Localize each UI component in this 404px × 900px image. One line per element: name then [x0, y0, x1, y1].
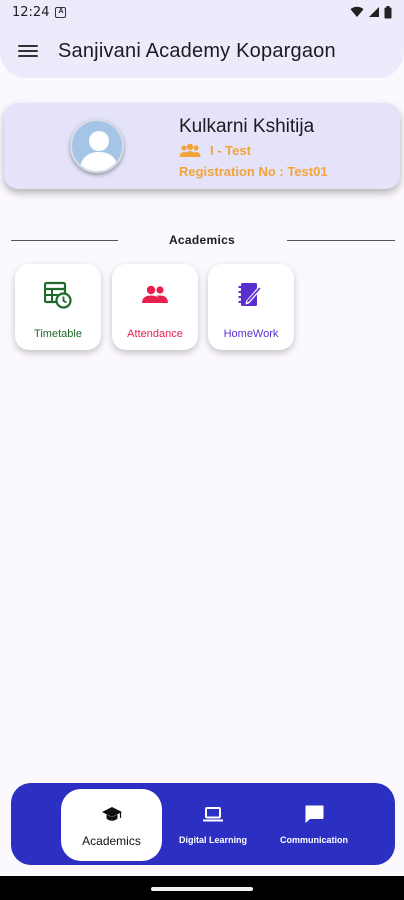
status-bar: 12:24 A [0, 0, 404, 24]
tile-label: HomeWork [223, 328, 279, 340]
status-time: 12:24 [12, 4, 50, 20]
profile-card[interactable]: Kulkarni Kshitija I - Test Registration … [4, 103, 400, 189]
nav-item-communication[interactable]: Communication [264, 789, 364, 861]
nav-item-digital-learning[interactable]: Digital Learning [163, 789, 263, 861]
chat-icon [305, 805, 324, 823]
nav-item-academics[interactable]: Academics [61, 789, 162, 861]
section-divider-right [287, 240, 395, 241]
registration-number: Registration No : Test01 [179, 164, 328, 179]
graduation-cap-icon [101, 807, 122, 821]
nav-label: Communication [279, 835, 348, 845]
app-title: Sanjivani Academy Kopargaon [58, 39, 336, 62]
tile-label: Attendance [127, 328, 183, 340]
tile-timetable[interactable]: Timetable [15, 264, 101, 350]
battery-icon [384, 5, 392, 18]
gesture-bar [0, 876, 404, 900]
nav-label: Digital Learning [178, 835, 247, 845]
student-name: Kulkarni Kshitija [179, 116, 315, 137]
wifi-icon [350, 6, 364, 17]
avatar [70, 119, 124, 173]
bottom-navigation: Academics Digital Learning Communication [11, 783, 395, 865]
notification-icon: A [55, 6, 67, 18]
homework-icon [238, 283, 262, 306]
group-icon [179, 143, 201, 157]
tile-homework[interactable]: HomeWork [208, 264, 294, 350]
attendance-icon [142, 285, 168, 303]
class-label: I - Test [210, 143, 251, 158]
laptop-icon [203, 807, 223, 822]
student-class: I - Test [179, 143, 251, 158]
nav-label: Academics [82, 834, 141, 848]
user-avatar-icon [80, 131, 118, 171]
status-icons [350, 5, 392, 19]
tile-attendance[interactable]: Attendance [112, 264, 198, 350]
tile-label: Timetable [34, 328, 82, 340]
menu-icon[interactable] [18, 43, 38, 59]
signal-icon [369, 7, 379, 17]
app-bar: Sanjivani Academy Kopargaon [0, 24, 404, 78]
timetable-icon [44, 281, 72, 309]
home-handle[interactable] [151, 887, 253, 891]
